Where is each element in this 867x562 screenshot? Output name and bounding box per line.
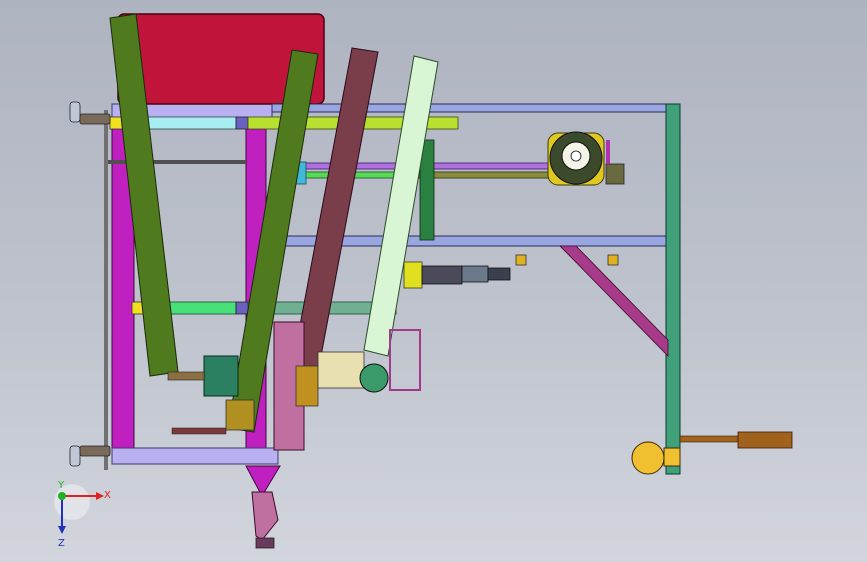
- cad-viewport[interactable]: X Y Z: [0, 0, 867, 562]
- x-axis-label: X: [104, 490, 111, 501]
- frame-outer-edge: [104, 110, 108, 470]
- handle-assembly: [245, 465, 281, 549]
- cad-model[interactable]: [0, 0, 867, 562]
- axis-triad: X Y Z: [54, 480, 111, 549]
- z-axis-arrow: [58, 526, 66, 534]
- y-axis-dot: [58, 492, 66, 500]
- reel-motor-unit: [547, 131, 625, 186]
- bulb-shaft: [631, 431, 793, 475]
- z-axis-label: Z: [58, 538, 65, 549]
- frame-bottom-rail: [111, 447, 279, 465]
- frame-inner-line: [104, 160, 246, 164]
- x-axis-arrow: [96, 492, 104, 500]
- y-axis-label: Y: [57, 480, 65, 491]
